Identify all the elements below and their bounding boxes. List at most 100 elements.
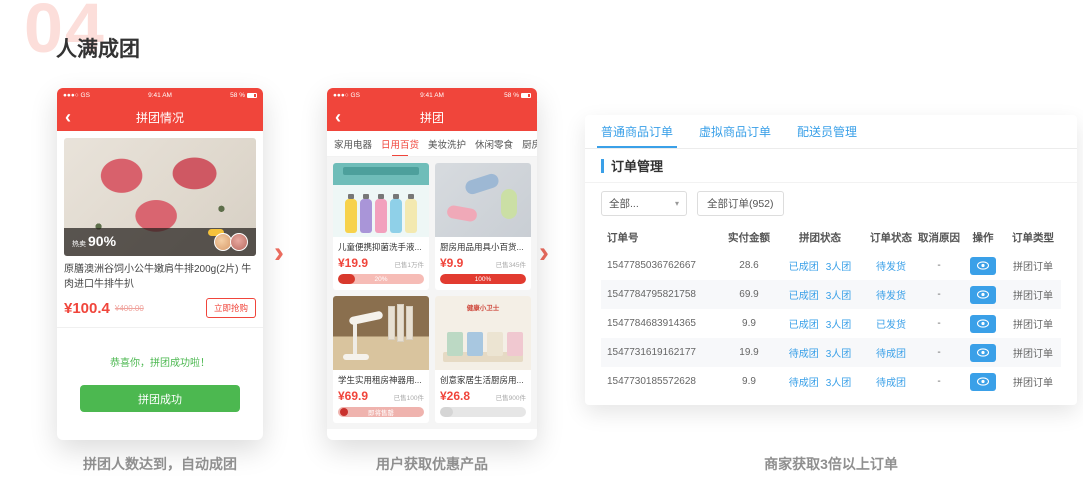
view-order-button[interactable] <box>970 315 996 333</box>
col-cancel-reason: 取消原因 <box>917 230 961 245</box>
order-type: 拼团订单 <box>1005 258 1061 273</box>
back-icon[interactable]: ‹ <box>335 104 341 130</box>
group-size-link[interactable]: 3人团 <box>826 287 852 302</box>
order-status: 待发货 <box>865 287 917 302</box>
tab-beauty-care[interactable]: 美妆洗护 <box>428 137 466 151</box>
col-group-status: 拼团状态 <box>775 230 865 245</box>
hot-sale-label: 热卖 <box>72 241 86 248</box>
back-icon[interactable]: ‹ <box>65 104 71 130</box>
caption-step1: 拼团人数达到，自动成团 <box>57 454 263 474</box>
col-order-type: 订单类型 <box>1005 230 1061 245</box>
paid-amount: 28.6 <box>723 260 775 271</box>
eye-icon <box>977 377 989 386</box>
cancel-reason: - <box>917 289 961 300</box>
order-status: 待发货 <box>865 258 917 273</box>
eye-icon <box>977 348 989 357</box>
tab-snacks[interactable]: 休闲零食 <box>475 137 513 151</box>
product-old-price: ¥400.00 <box>115 304 144 313</box>
table-row: 1547731619162177 19.9 待成团 3人团 待成团 - 拼团订单 <box>601 338 1061 367</box>
view-order-button[interactable] <box>970 286 996 304</box>
col-order-no: 订单号 <box>601 230 723 245</box>
photo-caption: 健康小卫士 <box>435 302 531 312</box>
buy-now-button[interactable]: 立即抢购 <box>206 298 256 318</box>
view-order-button[interactable] <box>970 257 996 275</box>
progress-dot <box>340 408 348 416</box>
group-success-button[interactable]: 拼团成功 <box>80 385 240 412</box>
cancel-reason: - <box>917 376 961 387</box>
progress-label: 即将售罄 <box>368 407 394 417</box>
table-row: 1547730185572628 9.9 待成团 3人团 待成团 - 拼团订单 <box>601 367 1061 396</box>
product-price: ¥19.9 <box>338 256 368 270</box>
battery-text: 58 % <box>230 92 257 99</box>
product-photo-lint-rollers <box>435 163 531 237</box>
group-size-link[interactable]: 3人团 <box>826 374 852 389</box>
cancel-reason: - <box>917 318 961 329</box>
table-row: 1547784683914365 9.9 已成团 3人团 已发货 - 拼团订单 <box>601 309 1061 338</box>
select-value: 全部... <box>609 196 639 211</box>
signal-carrier-text: ●●●○ GS <box>333 92 360 99</box>
view-order-button[interactable] <box>970 373 996 391</box>
clock-text: 9:41 AM <box>420 92 444 99</box>
clock-text: 9:41 AM <box>148 92 172 99</box>
product-card[interactable]: 儿童便携抑菌洗手液... ¥19.9 已售1万件 20% <box>333 163 429 290</box>
progress-bar <box>440 407 526 417</box>
orders-table: 订单号 实付金额 拼团状态 订单状态 取消原因 操作 订单类型 15477850… <box>585 222 1077 396</box>
group-member-avatars <box>208 232 248 252</box>
eye-icon <box>977 261 989 270</box>
col-amount: 实付金额 <box>723 230 775 245</box>
group-size-link[interactable]: 3人团 <box>826 345 852 360</box>
order-no: 1547731619162177 <box>601 347 723 358</box>
product-photo-steak: 热卖90% <box>64 138 256 256</box>
group-size-link[interactable]: 3人团 <box>826 316 852 331</box>
status-bar: ●●●○ GS 9:41 AM 58 % <box>57 88 263 103</box>
paid-amount: 69.9 <box>723 289 775 300</box>
table-row: 1547784795821758 69.9 已成团 3人团 待发货 - 拼团订单 <box>601 280 1061 309</box>
progress-bar: 20% <box>338 274 424 284</box>
cancel-reason: - <box>917 347 961 358</box>
status-bar: ●●●○ GS 9:41 AM 58 % <box>327 88 537 103</box>
avatar <box>230 233 248 251</box>
product-price: ¥26.8 <box>440 389 470 403</box>
group-success-message: 恭喜你，拼团成功啦！ <box>64 354 256 369</box>
sold-count: 已售100件 <box>394 392 424 402</box>
eye-icon <box>977 290 989 299</box>
product-photo-handwash <box>333 163 429 237</box>
tab-courier-management[interactable]: 配送员管理 <box>797 115 857 148</box>
product-price: ¥100.4 <box>64 300 110 317</box>
order-status: 待成团 <box>865 374 917 389</box>
product-card[interactable]: 健康小卫士 创意家居生活厨房用... ¥26.8 已售900件 <box>435 296 531 423</box>
phone-group-list-screen: ●●●○ GS 9:41 AM 58 % ‹ 拼团 家用电器 日用百货 美妆洗护… <box>327 88 537 440</box>
merchant-order-panel: 普通商品订单 虚拟商品订单 配送员管理 订单管理 全部... ▾ 全部订单(95… <box>585 115 1077 405</box>
sales-overlay: 热卖90% <box>64 228 256 256</box>
battery-icon <box>521 93 531 98</box>
group-status: 已成团 <box>789 258 819 273</box>
col-actions: 操作 <box>961 230 1005 245</box>
order-filter-select[interactable]: 全部... ▾ <box>601 191 687 216</box>
tab-normal-orders[interactable]: 普通商品订单 <box>601 115 673 148</box>
product-photo-desk-lamp <box>333 296 429 370</box>
order-type: 拼团订单 <box>1005 374 1061 389</box>
group-size-link[interactable]: 3人团 <box>826 258 852 273</box>
product-photo-storage-boxes: 健康小卫士 <box>435 296 531 370</box>
all-orders-count-button[interactable]: 全部订单(952) <box>697 191 784 216</box>
tab-kitchen-clean[interactable]: 厨房清洁 <box>522 137 537 151</box>
product-card[interactable]: 厨房用品用具小百货... ¥9.9 已售345件 100% <box>435 163 531 290</box>
progress-label: 100% <box>475 276 492 283</box>
tab-home-appliances[interactable]: 家用电器 <box>334 137 372 151</box>
order-no: 1547784683914365 <box>601 318 723 329</box>
order-no: 1547730185572628 <box>601 376 723 387</box>
view-order-button[interactable] <box>970 344 996 362</box>
sold-count: 已售900件 <box>496 392 526 402</box>
product-title: 学生实用租房神器用... <box>338 374 424 386</box>
battery-text: 58 % <box>504 92 531 99</box>
order-status: 已发货 <box>865 316 917 331</box>
tab-virtual-orders[interactable]: 虚拟商品订单 <box>699 115 771 148</box>
product-title: 儿童便携抑菌洗手液... <box>338 241 424 253</box>
product-card[interactable]: 学生实用租房神器用... ¥69.9 已售100件 即将售罄 <box>333 296 429 423</box>
admin-tabs: 普通商品订单 虚拟商品订单 配送员管理 <box>585 115 1077 149</box>
flow-arrow-icon: › <box>274 238 284 268</box>
tab-daily-goods[interactable]: 日用百货 <box>381 137 419 151</box>
product-title: 原膳澳洲谷饲小公牛嫩肩牛排200g(2片) 牛肉进口牛排牛扒 <box>64 263 256 292</box>
group-status: 已成团 <box>789 316 819 331</box>
section-accent-bar <box>601 159 604 173</box>
